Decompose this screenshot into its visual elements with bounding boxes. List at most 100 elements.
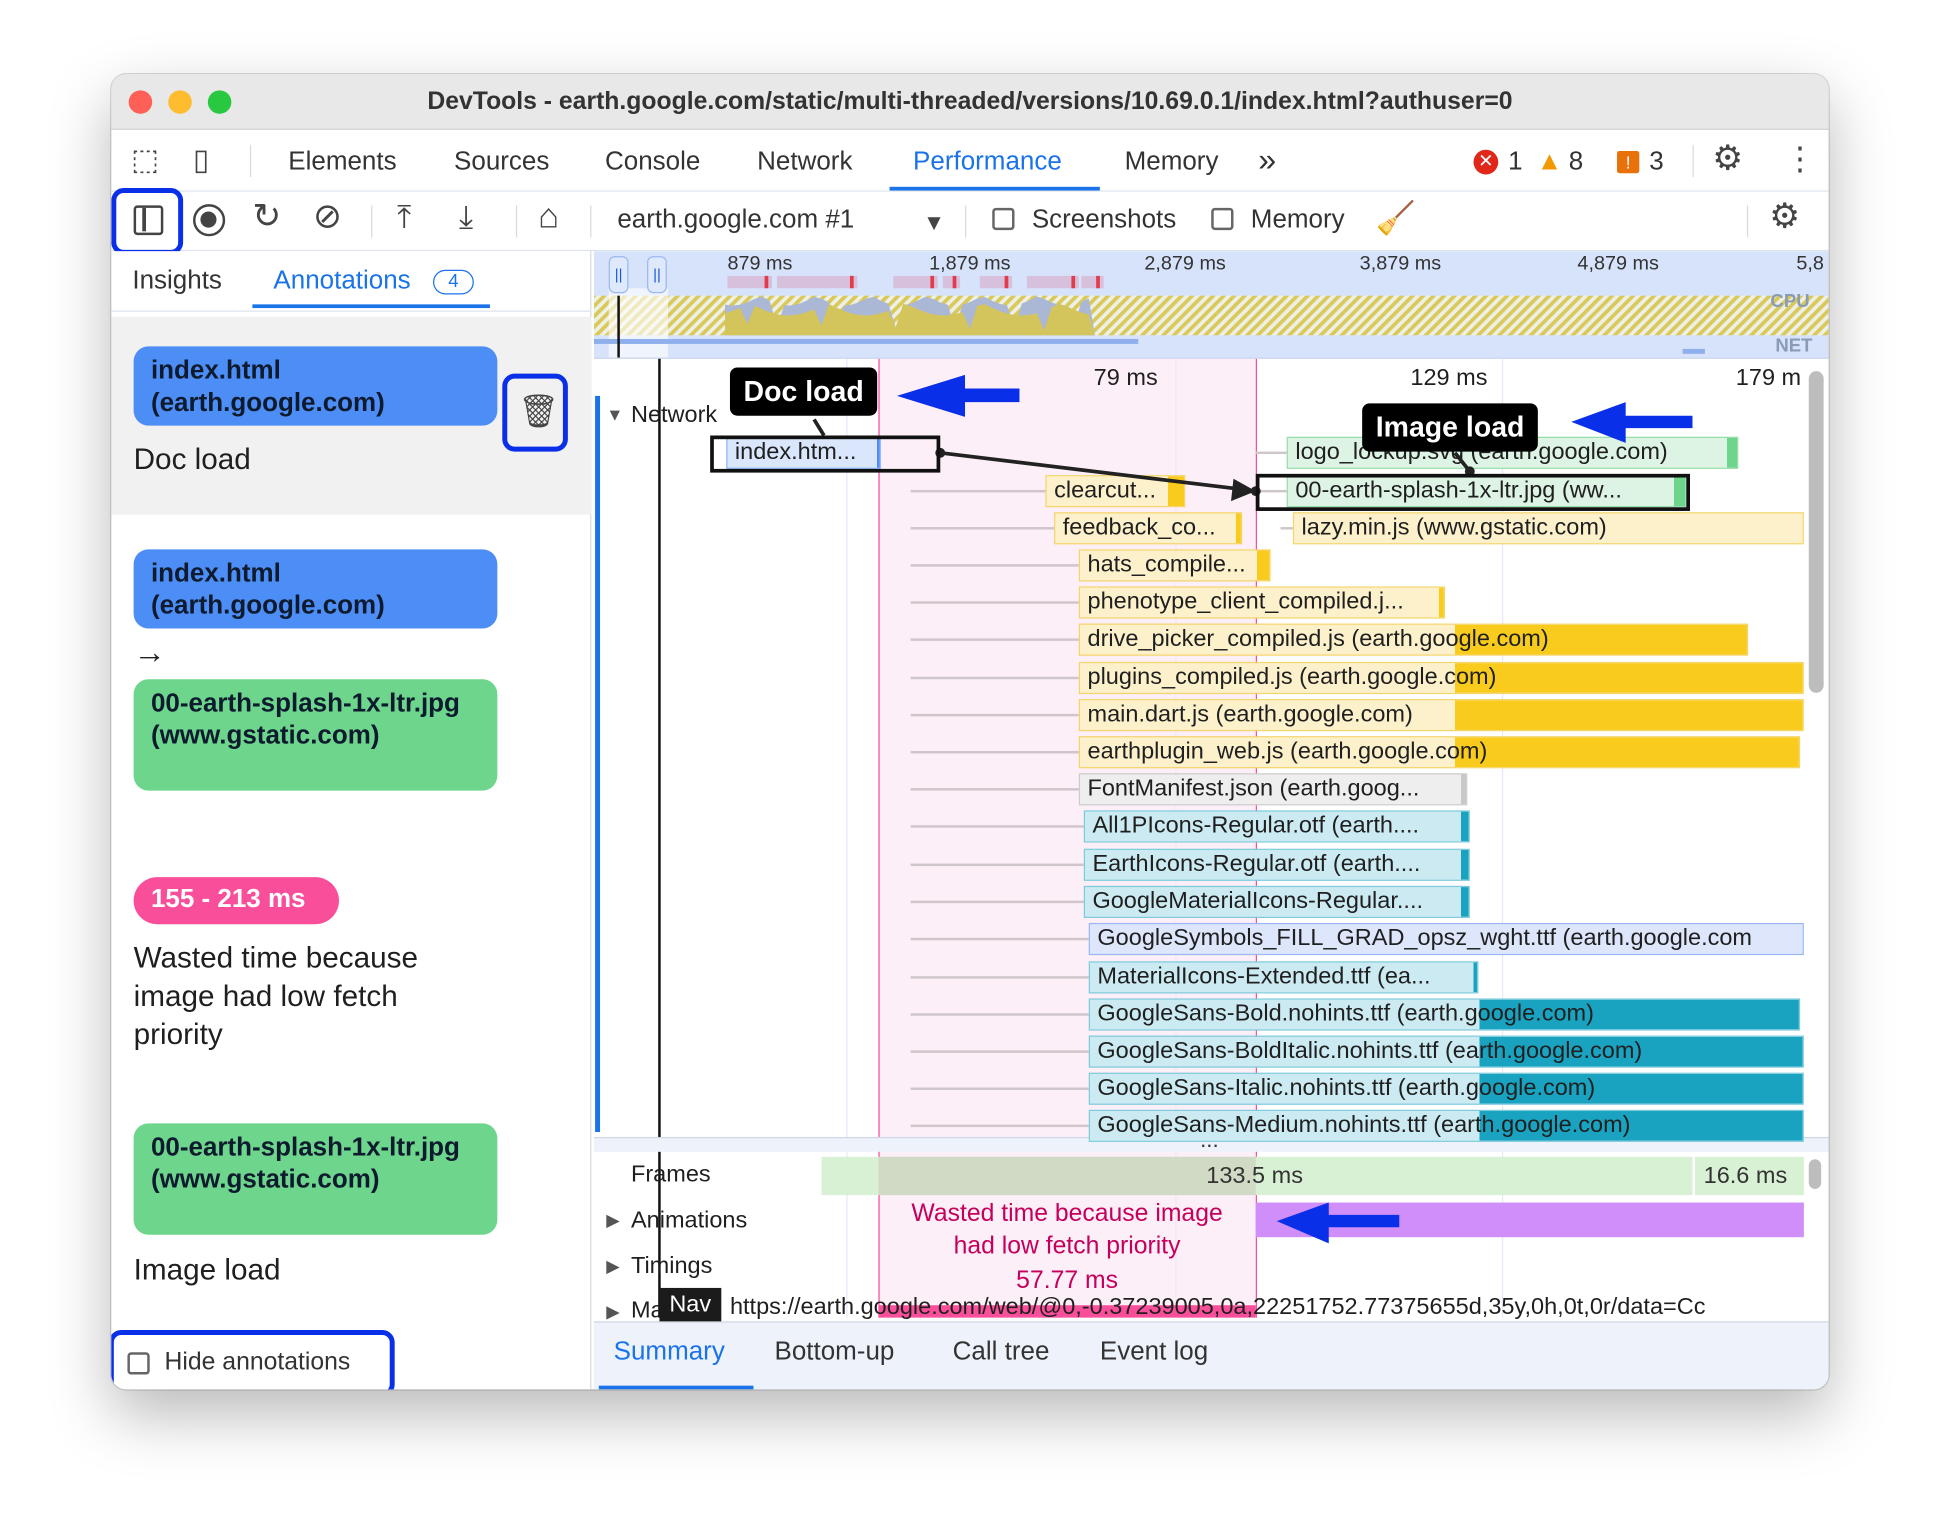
request-wait-whisker [910,825,1084,828]
overview-left-handle[interactable]: || [608,256,629,294]
network-request[interactable]: feedback_co... [1054,512,1243,545]
request-wait-whisker [910,937,1089,941]
overview-tick: 4,879 ms [1577,253,1659,275]
long-task-red-mark [764,275,769,289]
frames-track-label[interactable]: Frames [631,1162,711,1189]
frame-duration: 16.6 ms [1703,1162,1788,1189]
animation-bar[interactable] [1255,1202,1804,1238]
request-wait-whisker [910,750,1079,754]
network-request[interactable]: EarthIcons-Regular.otf (earth.... [1083,848,1470,881]
overview-right-handle[interactable]: || [647,256,667,294]
more-tabs-button[interactable]: » [1258,141,1276,179]
network-request[interactable]: main.dart.js (earth.google.com) [1078,699,1804,732]
time-tick: 79 ms [1093,364,1158,391]
network-request[interactable]: All1PIcons-Regular.otf (earth.... [1083,810,1470,843]
target-select[interactable]: earth.google.com #1 [617,205,854,235]
upload-profile-icon[interactable]: ⤒ [397,200,411,232]
download-profile-icon[interactable]: ⤓ [459,200,473,232]
request-wait-whisker [1255,451,1287,455]
tab-insights[interactable]: Insights [132,266,222,296]
network-request[interactable]: lazy.min.js (www.gstatic.com) [1292,512,1804,545]
time-range-chip[interactable]: 155 - 213 ms [133,877,339,925]
device-toolbar-icon[interactable]: ▯ [193,145,209,176]
overview-tick: 2,879 ms [1144,253,1226,275]
tab-console[interactable]: Console [605,147,700,177]
error-icon: ✕ [1473,149,1499,175]
annotation-chip[interactable]: index.html (earth.google.com) [133,346,498,426]
timings-track-label[interactable]: Timings [631,1253,712,1280]
nav-marker-label[interactable]: Nav [659,1287,722,1322]
more-options-icon[interactable]: ⋮ [1784,142,1816,174]
delete-trash-icon[interactable]: 🗑 [518,395,559,427]
network-request[interactable]: GoogleMaterialIcons-Regular.... [1083,885,1470,919]
annotation-link-to-chip[interactable]: 00-earth-splash-1x-ltr.jpg (www.gstatic.… [133,679,498,791]
annotation-label: Doc load [133,442,251,477]
network-request[interactable]: FontManifest.json (earth.goog... [1078,773,1468,806]
overview-tick: 1,879 ms [929,253,1011,275]
collapse-triangle-icon[interactable]: ▼ [606,405,623,425]
chevron-down-icon[interactable]: ▼ [923,208,945,238]
network-request[interactable]: GoogleSans-BoldItalic.nohints.ttf (earth… [1088,1035,1804,1068]
clear-icon[interactable]: ⊘ [313,199,342,234]
long-task-red-mark [930,275,935,289]
home-icon[interactable]: ⌂ [538,199,559,234]
network-request[interactable]: drive_picker_compiled.js (earth.google.c… [1078,623,1749,656]
expand-triangle-icon[interactable]: ▶ [606,1302,619,1322]
network-request[interactable]: GoogleSans-Italic.nohints.ttf (earth.goo… [1088,1072,1804,1105]
screenshots-checkbox[interactable] [992,207,1015,231]
annotation-chip[interactable]: 00-earth-splash-1x-ltr.jpg (www.gstatic.… [133,1123,498,1235]
record-icon[interactable] [193,204,226,237]
more-dots: ... [1200,1127,1219,1152]
request-wait-whisker [910,900,1084,904]
tab-event-log[interactable]: Event log [1100,1337,1208,1367]
network-request[interactable]: earthplugin_web.js (earth.google.com) [1078,736,1801,769]
frame-duration: 133.5 ms [1206,1162,1303,1189]
wasted-line-2: had low fetch priority [953,1232,1181,1260]
vertical-scrollbar[interactable] [1808,371,1824,693]
tab-call-tree[interactable]: Call tree [953,1337,1050,1367]
reload-record-icon[interactable]: ↻ [252,199,281,234]
request-wait-whisker [910,601,1079,604]
network-request[interactable]: hats_compile... [1078,549,1271,582]
tab-performance[interactable]: Performance [913,147,1062,177]
request-wait-whisker [910,527,1055,530]
request-wait-whisker [910,788,1079,791]
warning-count[interactable]: 8 [1569,147,1583,177]
tab-network[interactable]: Network [757,147,852,177]
long-task-red-mark [1096,275,1100,289]
network-request[interactable]: GoogleSans-Medium.nohints.ttf (earth.goo… [1088,1109,1804,1142]
time-tick: 179 m [1735,364,1802,391]
tab-annotations[interactable]: Annotations [273,266,410,296]
request-wait-whisker [910,676,1079,680]
network-request[interactable]: MaterialIcons-Extended.ttf (ea... [1088,961,1479,994]
tab-memory[interactable]: Memory [1125,147,1219,177]
network-track-label[interactable]: Network [631,402,717,429]
network-request[interactable]: clearcut... [1045,475,1186,508]
settings-gear-icon[interactable]: ⚙ [1712,140,1743,175]
annotation-link-from-chip[interactable]: index.html (earth.google.com) [133,549,498,629]
tab-elements[interactable]: Elements [288,147,396,177]
network-request[interactable]: GoogleSymbols_FILL_GRAD_opsz_wght.ttf (e… [1088,922,1804,956]
link-arrow-icon: → [133,633,166,671]
expand-triangle-icon[interactable]: ▶ [606,1256,619,1277]
animations-track-label[interactable]: Animations [631,1208,747,1235]
wasted-duration: 57.77 ms [1016,1266,1118,1295]
image-load-callout[interactable]: Image load [1362,403,1539,452]
hide-annotations-checkbox[interactable] [127,1352,150,1375]
tab-summary[interactable]: Summary [614,1337,725,1367]
tab-bottom-up[interactable]: Bottom-up [774,1337,894,1367]
network-request[interactable]: phenotype_client_compiled.j... [1078,586,1446,619]
network-request[interactable]: plugins_compiled.js (earth.google.com) [1078,661,1804,695]
tab-sources[interactable]: Sources [454,147,549,177]
long-task-mark [776,275,858,289]
expand-triangle-icon[interactable]: ▶ [606,1210,619,1231]
doc-load-callout[interactable]: Doc load [729,367,878,416]
garbage-collect-broom-icon[interactable]: 🧹 [1376,202,1416,234]
capture-settings-gear-icon[interactable]: ⚙ [1769,199,1800,234]
long-task-mark [942,275,961,289]
issue-count[interactable]: 3 [1649,147,1663,177]
network-request[interactable]: GoogleSans-Bold.nohints.ttf (earth.googl… [1088,998,1801,1031]
error-count[interactable]: 1 [1508,147,1522,177]
memory-checkbox[interactable] [1211,207,1234,231]
inspect-element-icon[interactable]: ⬚ [131,145,159,176]
